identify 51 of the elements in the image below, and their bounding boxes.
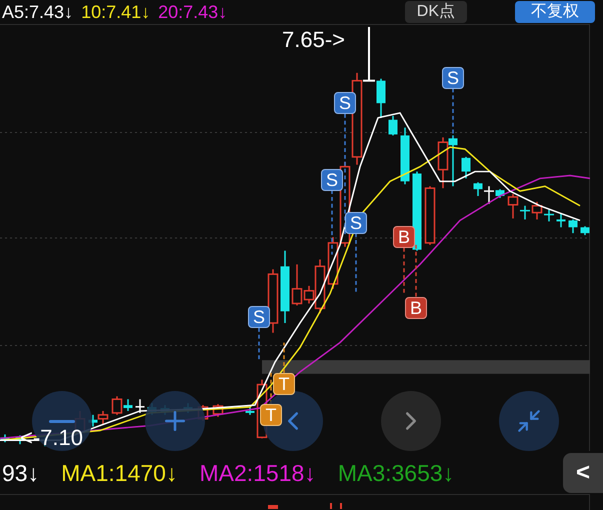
signal-leader-line: [283, 342, 285, 373]
indicator-value: 93↓: [2, 458, 40, 486]
arrows-inward-icon: [516, 408, 542, 434]
signal-leader-line: [331, 190, 333, 255]
candle: [448, 135, 458, 186]
signal-marker: T: [260, 404, 282, 426]
candle: [580, 226, 590, 236]
candle: [424, 186, 436, 245]
candle: [98, 410, 108, 425]
candle: [136, 399, 144, 413]
candle: [268, 269, 278, 333]
period-dropdown[interactable]: DK点: [404, 1, 467, 23]
signal-leader-line: [415, 244, 417, 297]
signal-leader-line: [452, 88, 454, 138]
candle: [388, 116, 398, 136]
signal-marker: B: [393, 226, 415, 248]
collapse-button[interactable]: <: [563, 453, 603, 493]
signal-marker: B: [405, 297, 427, 319]
candle: [400, 128, 410, 184]
candle: [212, 404, 224, 417]
signal-marker: S: [334, 92, 356, 114]
candle: [438, 137, 448, 188]
adjust-button[interactable]: 不复权: [515, 1, 595, 23]
minus-icon: [49, 420, 75, 422]
indicator-value: MA2:1518↓: [199, 458, 316, 486]
moving-average-value: 20:7.43↓: [158, 1, 228, 23]
moving-average-value: A5:7.43↓: [2, 1, 74, 23]
signal-marker: S: [321, 169, 343, 191]
candle: [556, 214, 566, 228]
candle: [462, 156, 470, 178]
moving-average-value: 10:7.41↓: [81, 1, 150, 23]
candle: [532, 202, 542, 220]
candle: [496, 189, 504, 198]
signal-leader-line: [355, 233, 357, 294]
indicator-value: MA1:1470↓: [61, 458, 178, 486]
candle: [508, 194, 518, 218]
signal-marker: T: [273, 373, 295, 395]
signal-marker: S: [345, 212, 367, 234]
candle: [246, 407, 254, 415]
candle: [376, 78, 386, 118]
candle: [484, 186, 494, 204]
candle: [474, 182, 482, 196]
signal-marker: S: [442, 67, 464, 89]
candle: [568, 219, 578, 234]
high-price-label: 7.65->: [282, 27, 345, 53]
candle: [544, 210, 554, 222]
candle: [520, 206, 530, 220]
high-price-marker: [363, 26, 375, 82]
indicator-value: MA3:3653↓: [338, 458, 454, 486]
signal-marker: S: [248, 306, 270, 328]
signal-leader-line: [403, 248, 405, 294]
